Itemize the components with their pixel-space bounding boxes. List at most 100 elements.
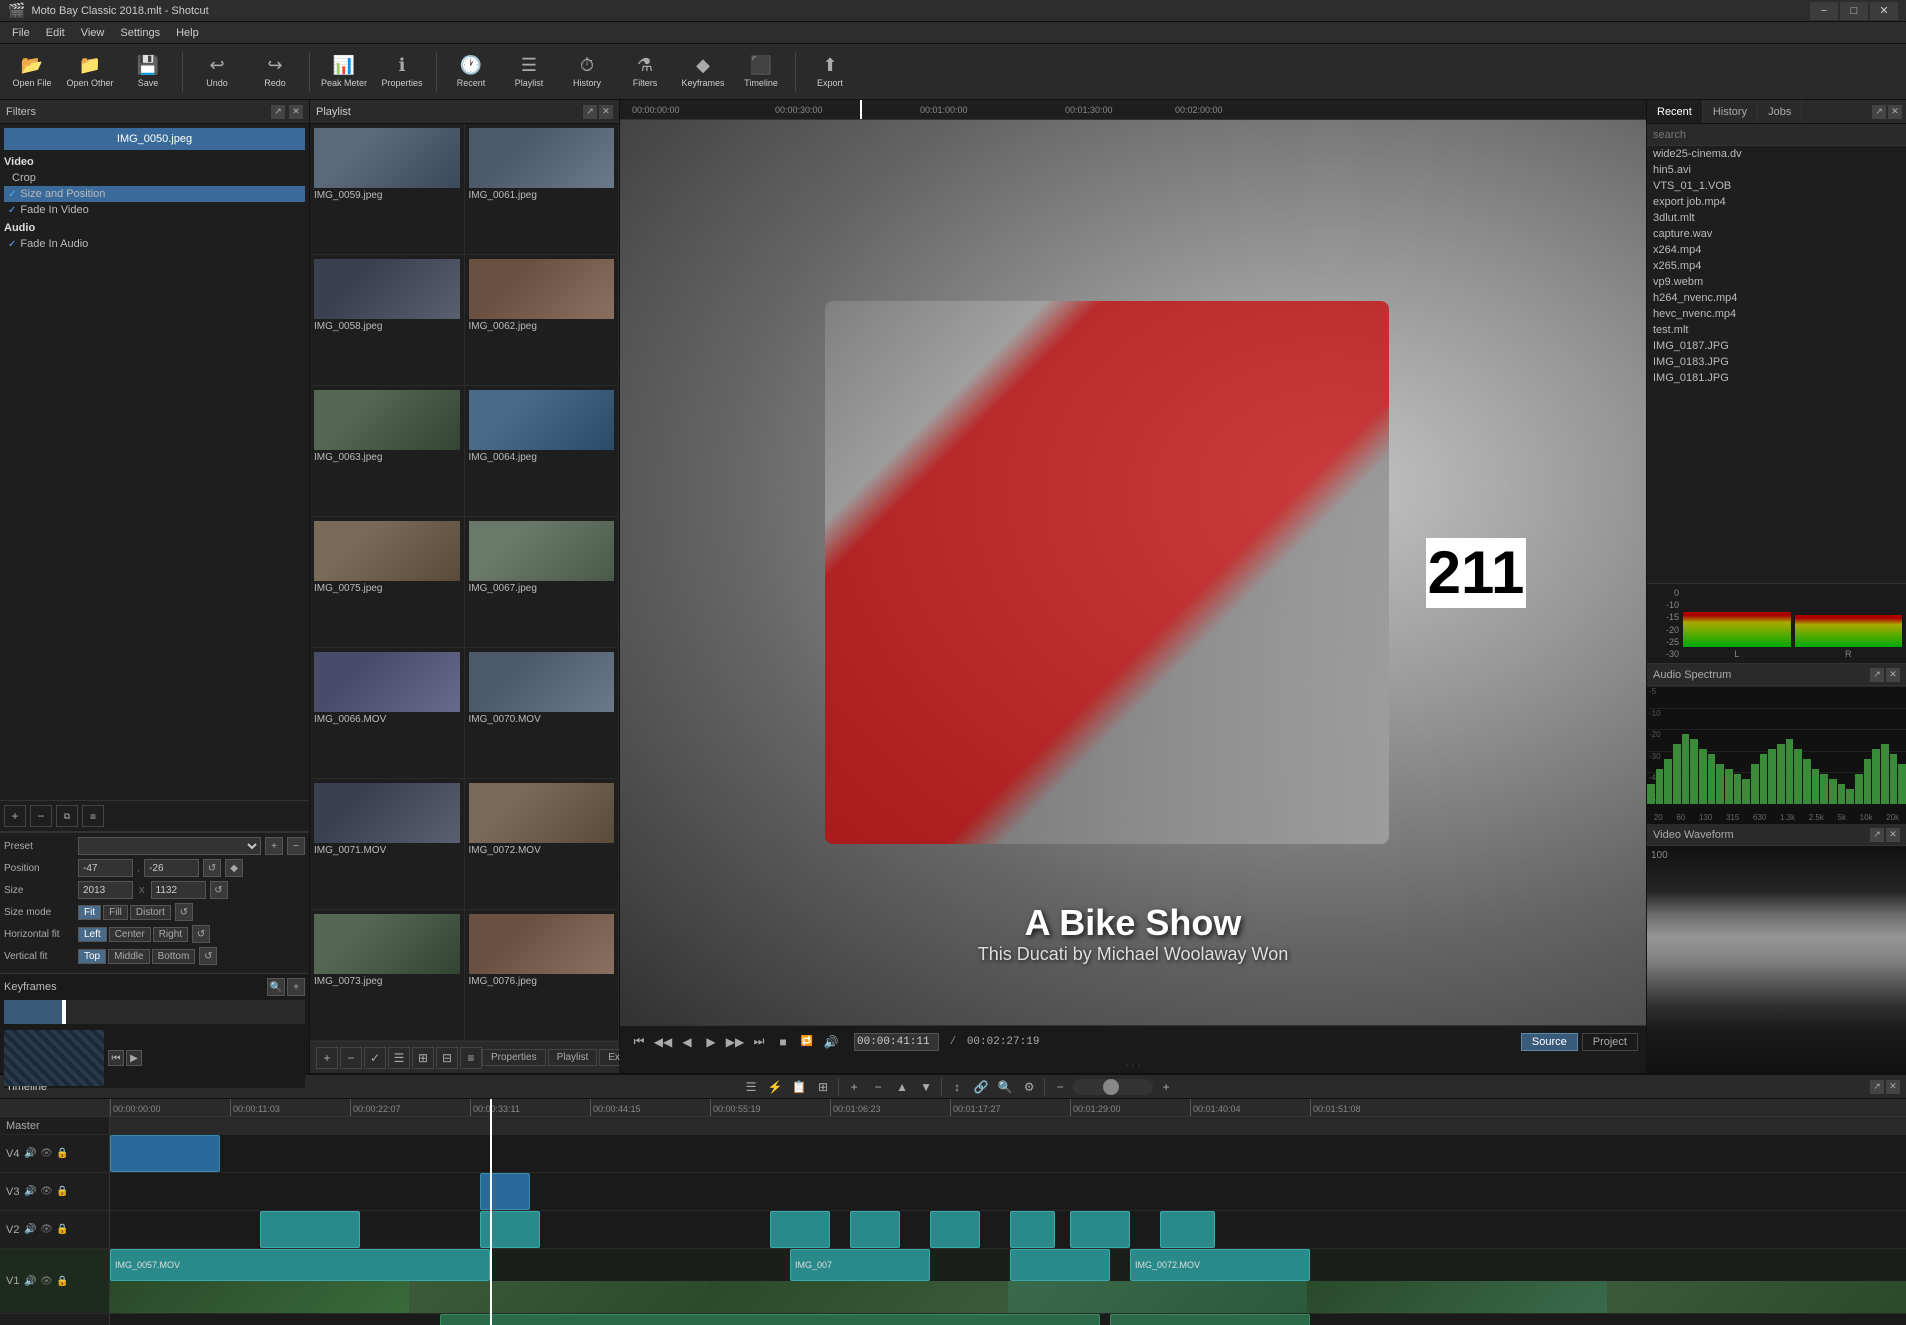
- v1-clip-4[interactable]: IMG_0072.MOV: [1130, 1249, 1310, 1281]
- menu-file[interactable]: File: [4, 22, 38, 43]
- vert-middle-button[interactable]: Middle: [108, 949, 149, 964]
- keyframes-button[interactable]: ◆ Keyframes: [675, 47, 731, 97]
- volume-button[interactable]: 🔊: [820, 1031, 842, 1053]
- v3-clip-1[interactable]: [480, 1173, 530, 1210]
- tl-ripple-button[interactable]: ↕: [946, 1077, 968, 1097]
- playlist-item-2[interactable]: IMG_0058.jpeg: [310, 255, 465, 386]
- v2-clip-1[interactable]: [260, 1211, 360, 1248]
- timeline-button[interactable]: ⬛ Timeline: [733, 47, 789, 97]
- v1-clip-2[interactable]: IMG_007: [790, 1249, 930, 1281]
- size-mode-fit[interactable]: Fit: [78, 905, 101, 920]
- filters-button[interactable]: ⚗ Filters: [617, 47, 673, 97]
- playlist-item-1[interactable]: IMG_0061.jpeg: [465, 124, 620, 255]
- horiz-reset-button[interactable]: ↺: [192, 925, 210, 943]
- tab-recent[interactable]: Recent: [1647, 100, 1703, 123]
- a1-clip-2[interactable]: Pachyderm_13_Happy_Song_instrumental.mp3: [1110, 1314, 1310, 1325]
- position-reset-button[interactable]: ↺: [203, 859, 221, 877]
- recent-item-12[interactable]: IMG_0187.JPG: [1647, 338, 1906, 354]
- tab-jobs[interactable]: Jobs: [1758, 100, 1802, 123]
- keyframes-zoom-out[interactable]: 🔍: [267, 978, 285, 996]
- filter-size-position[interactable]: ✓ Size and Position: [4, 186, 305, 202]
- tl-lift-button[interactable]: ⚡: [764, 1077, 786, 1097]
- tl-overwrite-button[interactable]: 📋: [788, 1077, 810, 1097]
- vw-float[interactable]: ↗: [1870, 828, 1884, 842]
- playlist-item-9[interactable]: IMG_0070.MOV: [465, 648, 620, 779]
- keyframes-playhead[interactable]: [62, 1000, 66, 1024]
- close-button[interactable]: ✕: [1870, 2, 1898, 20]
- v4-clip-1[interactable]: [110, 1135, 220, 1172]
- menu-view[interactable]: View: [73, 22, 113, 43]
- loop-button[interactable]: 🔁: [796, 1031, 818, 1053]
- open-file-button[interactable]: 📂 Open File: [4, 47, 60, 97]
- vert-bottom-button[interactable]: Bottom: [152, 949, 196, 964]
- v2-clip-2[interactable]: [480, 1211, 540, 1248]
- filter-remove-button[interactable]: −: [30, 805, 52, 827]
- playlist-item-4[interactable]: IMG_0063.jpeg: [310, 386, 465, 517]
- playlist-item-13[interactable]: IMG_0076.jpeg: [465, 910, 620, 1041]
- preset-delete-button[interactable]: −: [287, 837, 305, 855]
- v2-lock-button[interactable]: 🔒: [55, 1223, 69, 1237]
- recent-item-4[interactable]: 3dlut.mlt: [1647, 210, 1906, 226]
- v1-audio-button[interactable]: 🔊: [23, 1274, 37, 1288]
- playlist-item-3[interactable]: IMG_0062.jpeg: [465, 255, 620, 386]
- v3-lock-button[interactable]: 🔒: [55, 1185, 69, 1199]
- recent-item-3[interactable]: export job.mp4: [1647, 194, 1906, 210]
- menu-edit[interactable]: Edit: [38, 22, 73, 43]
- undo-button[interactable]: ↩ Undo: [189, 47, 245, 97]
- menu-settings[interactable]: Settings: [112, 22, 168, 43]
- playlist-list-view-button[interactable]: ☰: [388, 1047, 410, 1069]
- size-mode-reset-button[interactable]: ↺: [175, 903, 193, 921]
- v1-eye-button[interactable]: 👁: [39, 1274, 53, 1288]
- v1-lock-button[interactable]: 🔒: [55, 1274, 69, 1288]
- filter-fade-in-audio[interactable]: ✓ Fade In Audio: [4, 236, 305, 252]
- tl-down-button[interactable]: ▼: [915, 1077, 937, 1097]
- position-keyframe-button[interactable]: ◆: [225, 859, 243, 877]
- tl-zoom-handle[interactable]: [1103, 1079, 1119, 1095]
- filters-float-button[interactable]: ↗: [271, 105, 285, 119]
- tl-menu-button[interactable]: ☰: [740, 1077, 762, 1097]
- save-button[interactable]: 💾 Save: [120, 47, 176, 97]
- stop-button[interactable]: ■: [772, 1031, 794, 1053]
- tl-settings-button[interactable]: ⚙: [1018, 1077, 1040, 1097]
- history-button[interactable]: ⏱ History: [559, 47, 615, 97]
- vert-top-button[interactable]: Top: [78, 949, 106, 964]
- v4-eye-button[interactable]: 👁: [39, 1147, 53, 1161]
- playlist-float-button[interactable]: ↗: [583, 105, 597, 119]
- menu-help[interactable]: Help: [168, 22, 207, 43]
- clip-skip-start[interactable]: ⏮: [108, 1050, 124, 1066]
- tl-zoom-out-button[interactable]: −: [1049, 1077, 1071, 1097]
- play-button[interactable]: ▶: [700, 1031, 722, 1053]
- v3-eye-button[interactable]: 👁: [39, 1185, 53, 1199]
- playlist-playlist-tab[interactable]: Playlist: [548, 1049, 598, 1066]
- horiz-right-button[interactable]: Right: [153, 927, 188, 942]
- spectrum-close[interactable]: ✕: [1886, 668, 1900, 682]
- recent-item-14[interactable]: IMG_0181.JPG: [1647, 370, 1906, 386]
- play-fast-button[interactable]: ▶▶: [724, 1031, 746, 1053]
- recent-item-1[interactable]: hin5.avi: [1647, 162, 1906, 178]
- filter-add-button[interactable]: +: [4, 805, 26, 827]
- playlist-button[interactable]: ☰ Playlist: [501, 47, 557, 97]
- redo-button[interactable]: ↪ Redo: [247, 47, 303, 97]
- size-mode-fill[interactable]: Fill: [103, 905, 128, 920]
- vw-close[interactable]: ✕: [1886, 828, 1900, 842]
- filter-crop[interactable]: Crop: [4, 170, 305, 186]
- recent-item-11[interactable]: test.mlt: [1647, 322, 1906, 338]
- recent-item-10[interactable]: hevc_nvenc.mp4: [1647, 306, 1906, 322]
- project-tab[interactable]: Project: [1582, 1033, 1638, 1051]
- playlist-item-6[interactable]: IMG_0075.jpeg: [310, 517, 465, 648]
- playlist-tick-button[interactable]: ✓: [364, 1047, 386, 1069]
- timecode-input[interactable]: [854, 1033, 939, 1051]
- v2-clip-4[interactable]: [850, 1211, 900, 1248]
- playlist-remove-button[interactable]: −: [340, 1047, 362, 1069]
- properties-button[interactable]: ℹ Properties: [374, 47, 430, 97]
- v2-clip-8[interactable]: [1160, 1211, 1215, 1248]
- v1-main-clip[interactable]: IMG_0057.MOV: [110, 1249, 490, 1281]
- tl-zoom-in-button[interactable]: +: [1155, 1077, 1177, 1097]
- filter-fade-in-video[interactable]: ✓ Fade In Video: [4, 202, 305, 218]
- export-button[interactable]: ⬆ Export: [802, 47, 858, 97]
- v2-clip-6[interactable]: [1010, 1211, 1055, 1248]
- playlist-item-0[interactable]: IMG_0059.jpeg: [310, 124, 465, 255]
- minimize-button[interactable]: −: [1810, 2, 1838, 20]
- preset-add-button[interactable]: +: [265, 837, 283, 855]
- recent-item-6[interactable]: x264.mp4: [1647, 242, 1906, 258]
